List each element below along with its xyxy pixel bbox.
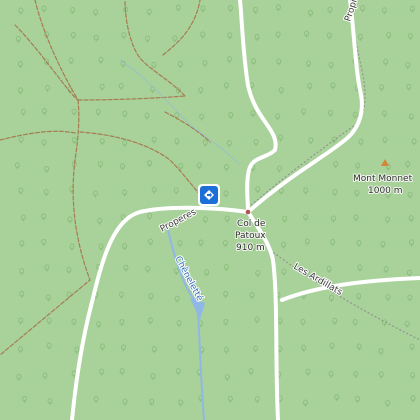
col-elevation: 910 m bbox=[236, 243, 265, 253]
viewpoint-marker[interactable] bbox=[198, 184, 220, 206]
col-name-line2: Patoux bbox=[235, 231, 266, 241]
map-view[interactable]: Properes Les Ardillats Propières Chênele… bbox=[0, 0, 420, 420]
map-canvas[interactable]: Properes Les Ardillats Propières Chênele… bbox=[0, 0, 420, 420]
col-point-icon bbox=[245, 209, 251, 215]
peak-elevation: 1000 m bbox=[368, 186, 403, 196]
peak-name: Mont Monnet bbox=[353, 174, 413, 184]
col-name-line1: Col de bbox=[237, 219, 266, 229]
